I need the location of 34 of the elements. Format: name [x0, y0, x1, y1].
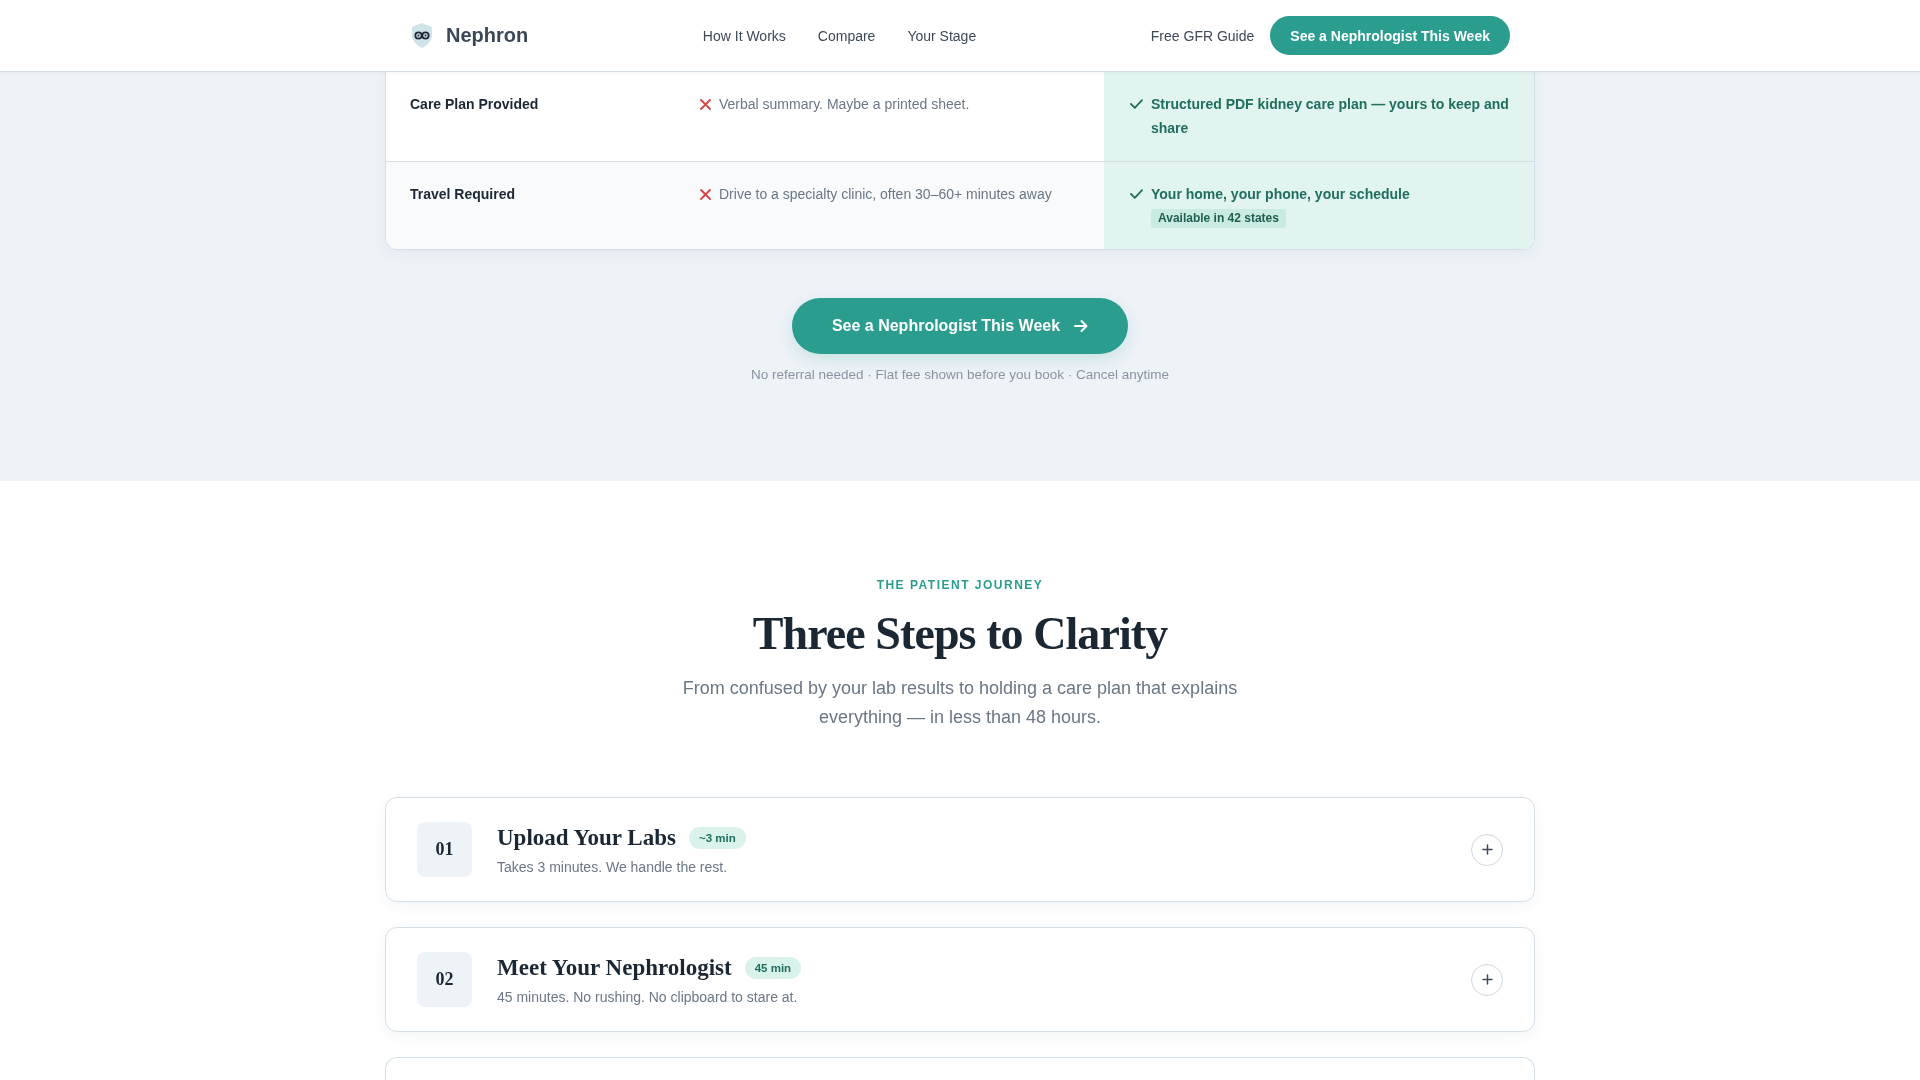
step-number: 01	[417, 822, 472, 877]
cell-text: Your home, your phone, your schedule	[1151, 185, 1410, 204]
cta-note: No referral needed · Flat fee shown before you book · Cancel anytime	[751, 366, 1169, 384]
section-subtitle: From confused by your lab results to holding a care plan that explains everything — in less than 48 hours.	[681, 677, 1239, 729]
row-label: Care Plan Provided	[410, 96, 539, 112]
brand-name[interactable]: Nephron	[446, 24, 529, 47]
cross-icon	[700, 98, 711, 110]
cross-icon	[700, 188, 711, 200]
expand-button[interactable]	[1471, 833, 1503, 866]
cell-text: Structured PDF kidney care plan — yours to keep and share	[1151, 95, 1510, 138]
step-number: 02	[417, 952, 472, 1007]
nav-link[interactable]: Compare	[817, 26, 876, 45]
section-title: Three Steps to Clarity	[752, 609, 1168, 659]
step-title: Meet Your Nephrologist	[497, 953, 732, 982]
expand-button[interactable]	[1471, 963, 1503, 996]
nav-link[interactable]: Your Stage	[907, 26, 977, 45]
duration-tag: 45 min	[744, 956, 802, 979]
availability-tag: Available in 42 states	[1151, 209, 1286, 228]
plus-icon	[1481, 974, 1493, 985]
check-icon	[1130, 99, 1143, 109]
step-summary: Takes 3 minutes. We handle the rest.	[497, 857, 729, 876]
duration-tag: ~3 min	[688, 826, 746, 849]
plus-icon	[1481, 844, 1493, 855]
check-icon	[1130, 189, 1143, 199]
nav-link[interactable]: How It Works	[702, 26, 786, 45]
step-summary: 45 minutes. No rushing. No clipboard to stare at.	[497, 987, 799, 1006]
shield-icon	[410, 22, 434, 49]
guide-link[interactable]: Free GFR Guide	[1150, 26, 1255, 45]
cell-text: Verbal summary. Maybe a printed sheet.	[719, 95, 970, 114]
step-title: Upload Your Labs	[497, 823, 676, 852]
row-label: Travel Required	[410, 186, 516, 202]
section-eyebrow: THE PATIENT JOURNEY	[876, 577, 1044, 593]
arrow-right-icon	[1074, 319, 1089, 333]
cell-text: Drive to a specialty clinic, often 30–60+ minutes away	[719, 185, 1052, 204]
